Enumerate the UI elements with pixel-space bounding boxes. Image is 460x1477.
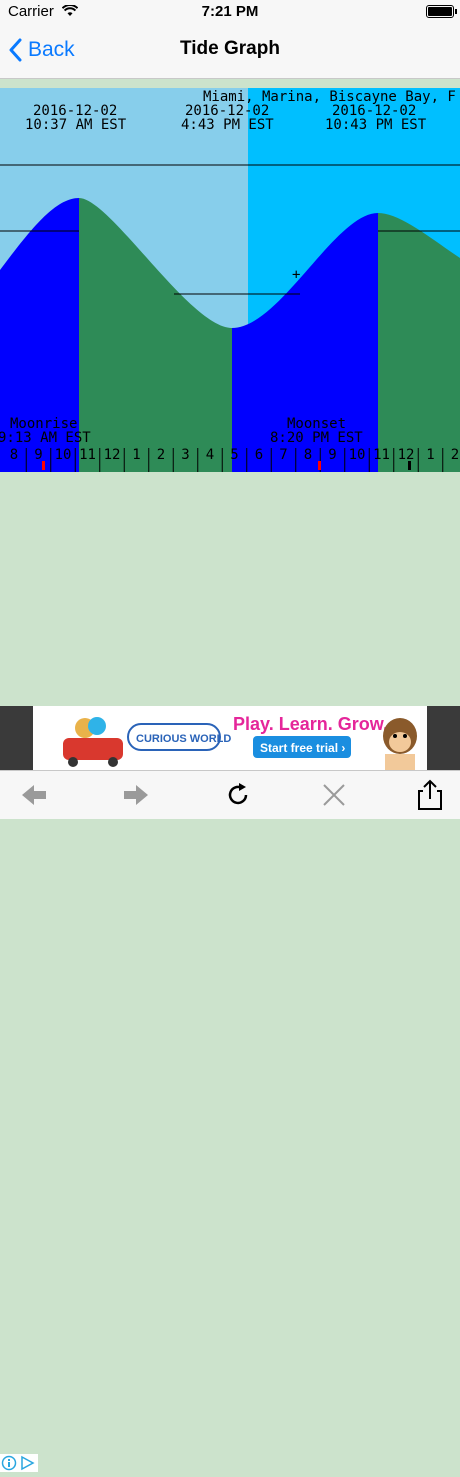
share-icon[interactable] [412,779,448,811]
moonset-time: 8:20 PM EST [270,430,363,446]
ad-cta-label: Start free trial › [260,741,345,755]
battery-icon [426,5,457,18]
graph-top-band [0,80,460,88]
hour-label: 3 [181,447,189,463]
header-time-2: 4:43 PM EST [181,117,274,133]
status-bar: Carrier 7:21 PM [0,0,460,22]
status-time: 7:21 PM [201,3,259,20]
hour-label: 1 [426,447,434,463]
tide-falling-area-2 [378,213,460,472]
hour-label: 1 [132,447,140,463]
moonrise-time: 9:13 AM EST [0,430,91,446]
back-arrow-icon[interactable] [16,779,52,811]
hour-label: 2 [451,447,459,463]
hour-label: 10 [349,447,366,463]
reload-icon[interactable] [220,779,256,811]
tide-graph: + Miami, Marina, Biscayne Bay, F 2016-12… [0,80,460,472]
page-title: Tide Graph [180,38,280,59]
hour-label: 11 [79,447,96,463]
current-time-marker: + [292,267,300,283]
ad-monkey-illustration [383,718,417,770]
hour-label: 10 [55,447,72,463]
header-time-1: 10:37 AM EST [25,117,127,133]
hour-label: 8 [10,447,18,463]
navigation-bar: Back Tide Graph [0,22,460,79]
hour-label: 7 [279,447,287,463]
ad-choices-icon[interactable] [0,1454,38,1472]
event-marker [408,461,411,470]
hour-label: 12 [104,447,121,463]
event-marker [42,461,45,470]
hour-label: 12 [398,447,415,463]
hour-label: 4 [206,447,214,463]
ad-brand-name: CURIOUS WORLD [136,733,231,745]
forward-arrow-icon[interactable] [118,779,154,811]
hour-label: 9 [34,447,42,463]
close-icon[interactable] [316,779,352,811]
event-marker [318,461,321,470]
hour-label: 5 [230,447,238,463]
ad-banner: CURIOUS WORLD Play. Learn. Grow. Start f… [0,706,460,1472]
hour-label: 2 [157,447,165,463]
header-time-3: 10:43 PM EST [325,117,427,133]
browser-toolbar [0,770,460,819]
hour-label: 8 [304,447,312,463]
ad-image[interactable]: CURIOUS WORLD Play. Learn. Grow. Start f… [33,706,427,770]
hour-label: 9 [328,447,336,463]
hour-label: 6 [255,447,263,463]
hour-label: 11 [373,447,390,463]
ad-headline: Play. Learn. Grow. [233,714,388,734]
